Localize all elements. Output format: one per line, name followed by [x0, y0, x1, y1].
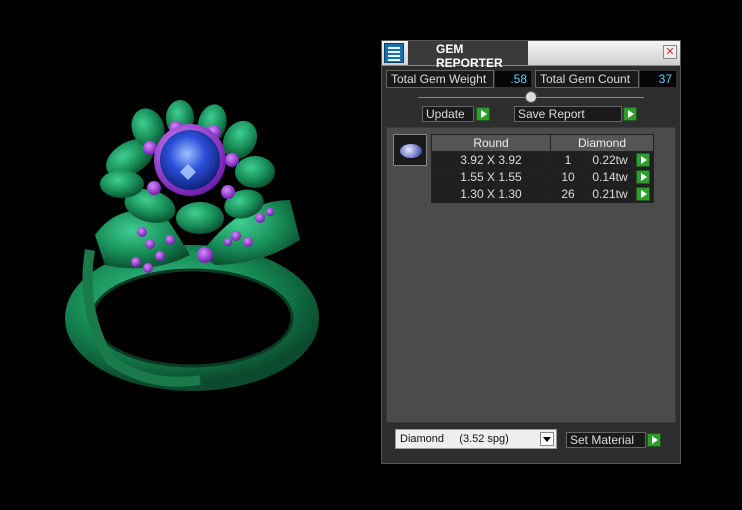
gem-count: 10 [550, 168, 586, 186]
slider-handle[interactable] [525, 91, 537, 103]
update-button[interactable]: Update [422, 106, 474, 122]
gem-size: 1.30 X 1.30 [431, 185, 551, 203]
material-dropdown[interactable]: Diamond (3.52 spg) [395, 429, 557, 449]
play-arrow-icon[interactable] [636, 170, 650, 184]
row-select-cell [634, 151, 654, 169]
panel-title: GEM REPORTER [436, 42, 503, 70]
save-report-button[interactable]: Save Report [514, 106, 622, 122]
total-gem-weight-label: Total Gem Weight [386, 70, 494, 88]
chevron-down-icon[interactable] [540, 432, 554, 446]
panel-titlebar[interactable]: GEM REPORTER ✕ [382, 41, 680, 70]
gem-count: 26 [550, 185, 586, 203]
gem-size: 3.92 X 3.92 [431, 151, 551, 169]
shape-header: Round [431, 134, 551, 152]
material-header: Diamond [550, 134, 654, 152]
table-row: 1.55 X 1.55 10 0.14tw [431, 168, 654, 186]
play-arrow-icon[interactable] [647, 433, 661, 447]
table-row: 1.30 X 1.30 26 0.21tw [431, 185, 654, 203]
gem-reporter-panel: GEM REPORTER ✕ Total Gem Weight .58 Tota… [381, 40, 681, 464]
gem-table-header: Round Diamond [431, 134, 654, 152]
play-arrow-icon[interactable] [636, 187, 650, 201]
ring-render-viewport[interactable] [0, 0, 380, 510]
gem-weight: 0.21tw [585, 185, 635, 203]
total-gem-count-value: 37 [640, 71, 676, 87]
gem-reporter-icon [384, 43, 404, 63]
gem-table: Round Diamond 3.92 X 3.92 1 0.22tw 1.55 … [431, 134, 654, 203]
close-icon[interactable]: ✕ [663, 45, 677, 59]
title-background: GEM REPORTER [408, 41, 528, 70]
gem-weight: 0.14tw [585, 168, 635, 186]
play-arrow-icon[interactable] [476, 107, 490, 121]
row-select-cell [634, 168, 654, 186]
play-arrow-icon[interactable] [636, 153, 650, 167]
gem-count: 1 [550, 151, 586, 169]
material-dropdown-value: Diamond (3.52 spg) [400, 433, 509, 445]
play-arrow-icon[interactable] [623, 107, 637, 121]
ring-model [65, 100, 319, 391]
set-material-button[interactable]: Set Material [566, 432, 646, 448]
row-select-cell [634, 185, 654, 203]
total-gem-count-label: Total Gem Count [535, 70, 639, 88]
round-gem-icon[interactable] [393, 134, 427, 166]
gem-list-area: Round Diamond 3.92 X 3.92 1 0.22tw 1.55 … [386, 127, 676, 423]
total-gem-weight-value: .58 [495, 71, 531, 87]
gem-weight: 0.22tw [585, 151, 635, 169]
table-row: 3.92 X 3.92 1 0.22tw [431, 151, 654, 169]
gem-size: 1.55 X 1.55 [431, 168, 551, 186]
